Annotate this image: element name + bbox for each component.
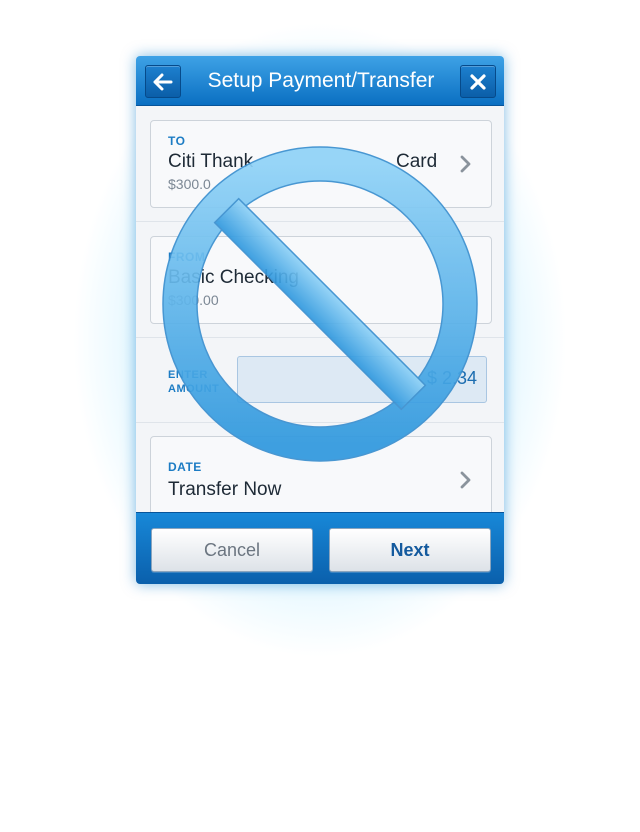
- close-icon: [470, 73, 486, 90]
- date-value: Transfer Now: [168, 479, 282, 500]
- back-button[interactable]: [145, 65, 181, 98]
- close-button[interactable]: [460, 65, 496, 98]
- cancel-button[interactable]: Cancel: [151, 528, 313, 572]
- dialog-footer: Cancel Next: [136, 512, 504, 584]
- title-bar: Setup Payment/Transfer: [136, 56, 504, 106]
- arrow-left-icon: [153, 73, 173, 90]
- chevron-right-icon: [460, 471, 471, 489]
- forbidden-icon: [162, 146, 478, 462]
- dialog-title: Setup Payment/Transfer: [207, 69, 435, 92]
- next-button[interactable]: Next: [329, 528, 491, 572]
